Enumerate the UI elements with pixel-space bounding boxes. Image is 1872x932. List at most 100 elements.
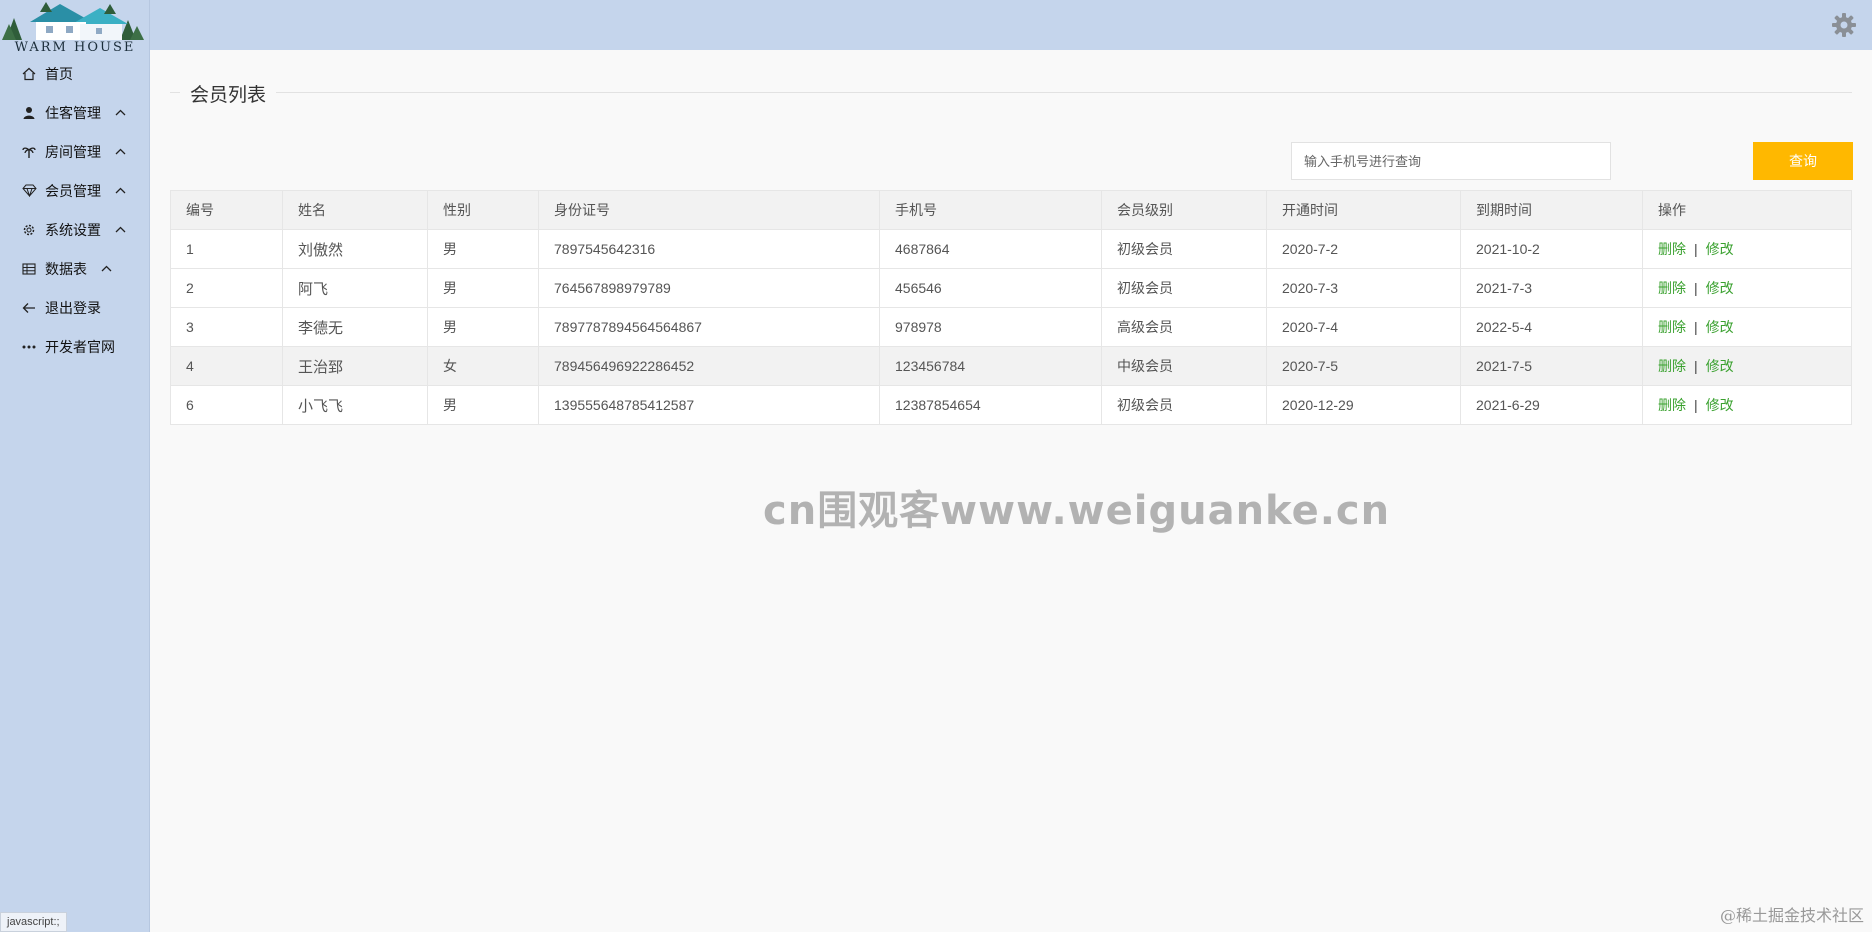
cell-name: 刘傲然 (282, 229, 428, 269)
column-header: 操作 (1642, 190, 1852, 230)
table-row: 6 小飞飞 男 139555648785412587 12387854654 初… (170, 385, 1852, 425)
column-header: 会员级别 (1101, 190, 1267, 230)
cell-member-level: 中级会员 (1101, 346, 1267, 386)
cell-member-level: 初级会员 (1101, 268, 1267, 308)
palm-tree-icon (20, 145, 38, 159)
sidebar-item-data-tables[interactable]: 数据表 (0, 249, 150, 288)
arrow-left-icon (20, 302, 38, 314)
sidebar-item-members[interactable]: 会员管理 (0, 171, 150, 210)
edit-link[interactable]: 修改 (1706, 241, 1734, 257)
cell-member-level: 高级会员 (1101, 307, 1267, 347)
member-table: 编号 姓名 性别 身份证号 手机号 会员级别 开通时间 到期时间 操作 1 刘傲… (170, 190, 1852, 425)
delete-link[interactable]: 删除 (1658, 358, 1686, 374)
chevron-up-icon (115, 148, 126, 155)
edit-link[interactable]: 修改 (1706, 319, 1734, 335)
action-separator: | (1694, 319, 1698, 335)
phone-search-input[interactable] (1291, 142, 1611, 180)
main-content: 会员列表 查询 编号 姓名 性别 身份证号 手机号 会员级别 开通时间 到期时间… (150, 50, 1872, 932)
logo-text: WARM HOUSE (14, 40, 136, 55)
user-icon (20, 106, 38, 120)
edit-link[interactable]: 修改 (1706, 358, 1734, 374)
table-row: 3 李德无 男 7897787894564564867 978978 高级会员 … (170, 307, 1852, 347)
cell-start-date: 2020-7-5 (1266, 346, 1461, 386)
table-header-row: 编号 姓名 性别 身份证号 手机号 会员级别 开通时间 到期时间 操作 (170, 190, 1852, 230)
cell-id-card: 7897545642316 (538, 229, 880, 269)
action-separator: | (1694, 241, 1698, 257)
cell-name: 阿飞 (282, 268, 428, 308)
sidebar-item-guests[interactable]: 住客管理 (0, 93, 150, 132)
cell-actions: 删除 | 修改 (1642, 268, 1852, 308)
cell-phone: 12387854654 (879, 385, 1102, 425)
cell-actions: 删除 | 修改 (1642, 307, 1852, 347)
cell-id-card: 7897787894564564867 (538, 307, 880, 347)
top-bar (150, 0, 1872, 50)
cell-actions: 删除 | 修改 (1642, 385, 1852, 425)
cell-id: 6 (170, 385, 283, 425)
cell-id-card: 789456496922286452 (538, 346, 880, 386)
cell-gender: 男 (427, 268, 539, 308)
sidebar-item-label: 退出登录 (45, 299, 101, 316)
sidebar-item-home[interactable]: 首页 (0, 54, 150, 93)
cell-member-level: 初级会员 (1101, 385, 1267, 425)
cell-phone: 4687864 (879, 229, 1102, 269)
cell-end-date: 2021-7-5 (1460, 346, 1643, 386)
cell-member-level: 初级会员 (1101, 229, 1267, 269)
chevron-up-icon (115, 226, 126, 233)
column-header: 开通时间 (1266, 190, 1461, 230)
sidebar-item-logout[interactable]: 退出登录 (0, 288, 150, 327)
house-logo-icon (2, 2, 144, 40)
home-icon (20, 67, 38, 81)
delete-link[interactable]: 删除 (1658, 397, 1686, 413)
edit-link[interactable]: 修改 (1706, 397, 1734, 413)
chevron-up-icon (101, 265, 112, 272)
cell-actions: 删除 | 修改 (1642, 346, 1852, 386)
cell-id: 4 (170, 346, 283, 386)
watermark-text: cn围观客www.weiguanke.cn (763, 488, 1391, 534)
cell-gender: 男 (427, 229, 539, 269)
action-separator: | (1694, 280, 1698, 296)
delete-link[interactable]: 删除 (1658, 319, 1686, 335)
sidebar-item-label: 首页 (45, 65, 73, 82)
delete-link[interactable]: 删除 (1658, 241, 1686, 257)
cell-start-date: 2020-12-29 (1266, 385, 1461, 425)
settings-gear-icon[interactable] (1830, 11, 1858, 44)
cell-end-date: 2022-5-4 (1460, 307, 1643, 347)
cell-id-card: 764567898979789 (538, 268, 880, 308)
delete-link[interactable]: 删除 (1658, 280, 1686, 296)
cell-phone: 456546 (879, 268, 1102, 308)
sidebar-item-label: 会员管理 (45, 182, 101, 199)
column-header: 身份证号 (538, 190, 880, 230)
column-header: 编号 (170, 190, 283, 230)
logo[interactable]: WARM HOUSE (0, 0, 150, 55)
sidebar-item-rooms[interactable]: 房间管理 (0, 132, 150, 171)
chevron-up-icon (115, 187, 126, 194)
column-header: 姓名 (282, 190, 428, 230)
cell-actions: 删除 | 修改 (1642, 229, 1852, 269)
corner-watermark: @稀土掘金技术社区 (1719, 906, 1864, 925)
cell-id: 3 (170, 307, 283, 347)
cell-end-date: 2021-10-2 (1460, 229, 1643, 269)
sidebar: WARM HOUSE 首页 住客管理 房间管理 会员管理 系统设置 数据表 退出… (0, 0, 150, 932)
status-bar-url: javascript:; (0, 912, 67, 932)
column-header: 到期时间 (1460, 190, 1643, 230)
cell-phone: 123456784 (879, 346, 1102, 386)
sidebar-item-developer-site[interactable]: 开发者官网 (0, 327, 150, 366)
sidebar-item-settings[interactable]: 系统设置 (0, 210, 150, 249)
cell-end-date: 2021-6-29 (1460, 385, 1643, 425)
table-row: 1 刘傲然 男 7897545642316 4687864 初级会员 2020-… (170, 229, 1852, 269)
cell-id: 1 (170, 229, 283, 269)
cell-name: 王治郅 (282, 346, 428, 386)
page-title: 会员列表 (180, 80, 277, 107)
sidebar-item-label: 房间管理 (45, 143, 101, 160)
gear-icon (20, 223, 38, 237)
sidebar-item-label: 开发者官网 (45, 338, 115, 355)
table-row: 4 王治郅 女 789456496922286452 123456784 中级会… (170, 346, 1852, 386)
action-separator: | (1694, 397, 1698, 413)
edit-link[interactable]: 修改 (1706, 280, 1734, 296)
cell-gender: 男 (427, 307, 539, 347)
diamond-icon (20, 184, 38, 197)
more-icon (20, 345, 38, 349)
cell-start-date: 2020-7-4 (1266, 307, 1461, 347)
search-button[interactable]: 查询 (1753, 142, 1853, 180)
column-header: 性别 (427, 190, 539, 230)
